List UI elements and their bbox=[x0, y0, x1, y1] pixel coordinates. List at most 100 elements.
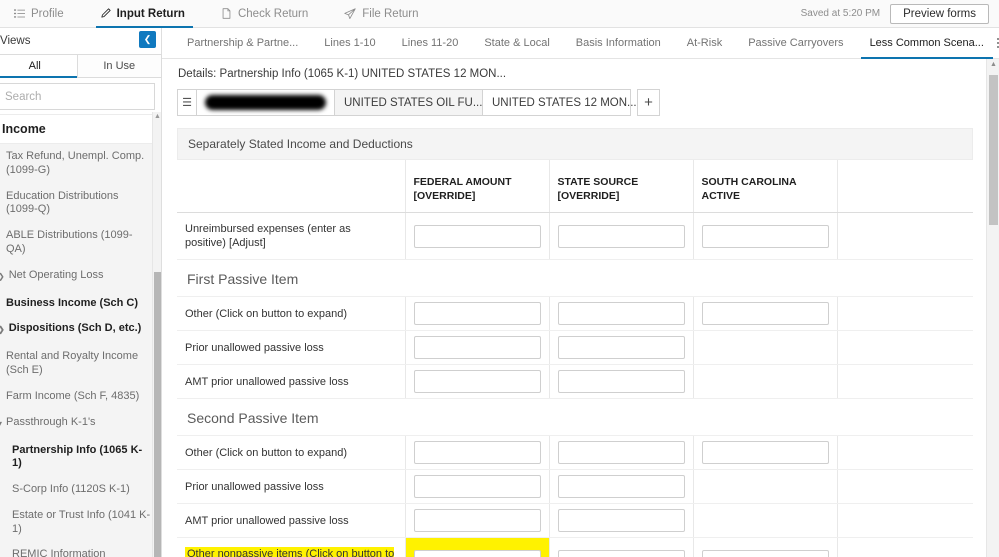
sidebar-search[interactable] bbox=[0, 83, 155, 110]
top-nav-tab-file-return[interactable]: File Return bbox=[330, 0, 440, 27]
sidebar-item-business-income-sch-c[interactable]: Business Income (Sch C) bbox=[0, 291, 161, 317]
column-header-spacer bbox=[837, 160, 973, 213]
form-input-col1[interactable] bbox=[414, 336, 541, 359]
entity-chip-redacted[interactable] bbox=[197, 89, 335, 116]
form-input-col3[interactable] bbox=[702, 441, 829, 464]
form-input-col2[interactable] bbox=[558, 509, 685, 532]
form-input-col1[interactable] bbox=[414, 302, 541, 325]
sub-nav-tab-lines-11-20[interactable]: Lines 11-20 bbox=[389, 28, 472, 58]
section-banner: Separately Stated Income and Deductions bbox=[177, 128, 973, 160]
column-header-line2: [OVERRIDE] bbox=[414, 190, 541, 204]
form-spacer-cell bbox=[837, 436, 973, 470]
sub-nav-tab-state-local[interactable]: State & Local bbox=[471, 28, 562, 58]
sidebar-item-partnership-info-1065-k-1[interactable]: Partnership Info (1065 K-1) bbox=[0, 438, 161, 478]
sidebar-item-label: Estate or Trust Info (1041 K-1) bbox=[12, 509, 150, 535]
sidebar-group-income[interactable]: Income bbox=[0, 114, 161, 144]
form-input-col2[interactable] bbox=[558, 225, 685, 248]
form-field-cell bbox=[405, 538, 549, 557]
sidebar-item-label: ABLE Distributions (1099-QA) bbox=[6, 229, 133, 255]
form-field-cell bbox=[405, 297, 549, 331]
sidebar-item-estate-or-trust-info-1041-k-1[interactable]: Estate or Trust Info (1041 K-1) bbox=[0, 503, 161, 543]
form-field-label-text: Other (Click on button to expand) bbox=[185, 447, 347, 459]
main-scroll-up-icon[interactable]: ▲ bbox=[990, 61, 997, 68]
entity-chips: UNITED STATES OIL FU...×UNITED STATES 12… bbox=[197, 89, 631, 116]
form-field-label: AMT prior unallowed passive loss bbox=[177, 365, 405, 399]
sub-nav-tab-basis-information[interactable]: Basis Information bbox=[563, 28, 674, 58]
chevron-left-icon[interactable]: ❮ bbox=[139, 31, 156, 48]
form-input-col1[interactable] bbox=[414, 225, 541, 248]
sidebar-item-remic-information[interactable]: REMIC Information bbox=[0, 542, 161, 557]
form-field-cell bbox=[405, 331, 549, 365]
chevron-right-icon[interactable]: ❯ bbox=[0, 269, 5, 285]
sidebar-item-farm-income-sch-f-4835[interactable]: Farm Income (Sch F, 4835) bbox=[0, 384, 161, 410]
search-input[interactable] bbox=[5, 91, 159, 103]
entity-chip[interactable]: UNITED STATES 12 MON...× bbox=[483, 89, 631, 116]
form-spacer-cell bbox=[837, 213, 973, 260]
sidebar-item-rental-and-royalty-income-sch-e[interactable]: Rental and Royalty Income (Sch E) bbox=[0, 344, 161, 384]
form-field-row: Prior unallowed passive loss bbox=[177, 470, 973, 504]
sub-navigation-bar: Partnership & Partne...Lines 1-10Lines 1… bbox=[162, 28, 999, 59]
sidebar-item-dispositions-sch-d-etc[interactable]: ❯ Dispositions (Sch D, etc.) bbox=[0, 316, 161, 344]
form-field-label: Prior unallowed passive loss bbox=[177, 470, 405, 504]
hamburger-icon[interactable]: ☰ bbox=[177, 89, 197, 116]
form-field-label: Other (Click on button to expand) bbox=[177, 297, 405, 331]
sidebar-filter-tab-in-use[interactable]: In Use bbox=[77, 54, 163, 78]
list-icon bbox=[14, 8, 25, 19]
form-input-col2[interactable] bbox=[558, 336, 685, 359]
sidebar-item-education-distributions-1099-q[interactable]: Education Distributions (1099-Q) bbox=[0, 184, 161, 224]
form-input-col1[interactable] bbox=[414, 370, 541, 393]
top-nav-tab-input-return[interactable]: Input Return bbox=[86, 0, 207, 27]
chevron-right-icon[interactable]: ❯ bbox=[0, 322, 5, 338]
chevron-down-icon[interactable]: ▾ bbox=[0, 416, 2, 432]
entity-chip-row: ☰ UNITED STATES OIL FU...×UNITED STATES … bbox=[162, 89, 999, 116]
top-nav-tab-check-return[interactable]: Check Return bbox=[207, 0, 330, 27]
sidebar-header: Views ❮ bbox=[0, 28, 161, 54]
main-scrollbar-thumb[interactable] bbox=[989, 75, 998, 225]
form-input-col1[interactable] bbox=[414, 475, 541, 498]
form-input-col1[interactable] bbox=[414, 441, 541, 464]
entity-chip[interactable]: UNITED STATES OIL FU...× bbox=[335, 89, 483, 116]
form-input-col1[interactable] bbox=[414, 550, 541, 557]
form-input-col2[interactable] bbox=[558, 302, 685, 325]
preview-forms-button[interactable]: Preview forms bbox=[890, 4, 989, 24]
form-input-col3[interactable] bbox=[702, 225, 829, 248]
form-group-heading-row: Second Passive Item bbox=[177, 399, 973, 436]
main-scrollbar[interactable]: ▲ bbox=[986, 59, 999, 557]
form-spacer-cell bbox=[837, 504, 973, 538]
form-input-col2[interactable] bbox=[558, 370, 685, 393]
sidebar-item-label: Dispositions (Sch D, etc.) bbox=[9, 322, 142, 336]
scroll-up-icon[interactable]: ▲ bbox=[154, 113, 161, 120]
sidebar-scrollbar[interactable]: ▲ bbox=[152, 112, 161, 557]
sidebar-item-tax-refund-unempl-comp-1099-g[interactable]: Tax Refund, Unempl. Comp. (1099-G) bbox=[0, 144, 161, 184]
form-input-col2[interactable] bbox=[558, 441, 685, 464]
sidebar-item-net-operating-loss[interactable]: ❯Net Operating Loss bbox=[0, 263, 161, 291]
form-field-row: AMT prior unallowed passive loss bbox=[177, 365, 973, 399]
sidebar-scrollbar-thumb[interactable] bbox=[154, 272, 161, 557]
sidebar-item-label: Business Income (Sch C) bbox=[6, 297, 138, 309]
form-input-col3[interactable] bbox=[702, 550, 829, 557]
top-nav-tab-profile[interactable]: Profile bbox=[0, 0, 86, 27]
form-group-heading: First Passive Item bbox=[177, 260, 973, 297]
sub-nav-tab-at-risk[interactable]: At-Risk bbox=[674, 28, 735, 58]
form-empty-cell bbox=[693, 504, 837, 538]
grid-header-row: FEDERAL AMOUNT[OVERRIDE]STATE SOURCE[OVE… bbox=[177, 160, 973, 213]
sidebar-item-label: Farm Income (Sch F, 4835) bbox=[6, 390, 139, 402]
sidebar-item-label: Tax Refund, Unempl. Comp. (1099-G) bbox=[6, 150, 144, 176]
sidebar-item-able-distributions-1099-qa[interactable]: ABLE Distributions (1099-QA) bbox=[0, 223, 161, 263]
sidebar-item-s-corp-info-1120s-k-1[interactable]: S-Corp Info (1120S K-1) bbox=[0, 477, 161, 503]
sidebar-item-passthrough-k-1-s[interactable]: ▾Passthrough K-1's bbox=[0, 410, 161, 438]
form-field-row: Other nonpassive items (Click on button … bbox=[177, 538, 973, 557]
form-input-col2[interactable] bbox=[558, 475, 685, 498]
add-entity-button[interactable]: + bbox=[637, 89, 660, 116]
sidebar-filter-tab-all[interactable]: All bbox=[0, 54, 78, 78]
sidebar-item-label: REMIC Information bbox=[12, 548, 106, 557]
sub-nav-tab-partnership-partne[interactable]: Partnership & Partne... bbox=[174, 28, 311, 58]
form-input-col3[interactable] bbox=[702, 302, 829, 325]
form-empty-cell bbox=[693, 331, 837, 365]
form-input-col1[interactable] bbox=[414, 509, 541, 532]
sub-nav-tab-less-common-scena[interactable]: Less Common Scena... bbox=[857, 28, 997, 58]
sub-nav-tab-lines-1-10[interactable]: Lines 1-10 bbox=[311, 28, 388, 58]
form-input-col2[interactable] bbox=[558, 550, 685, 557]
sub-nav-tab-passive-carryovers[interactable]: Passive Carryovers bbox=[735, 28, 856, 58]
column-header-line1: FEDERAL AMOUNT bbox=[414, 176, 541, 190]
